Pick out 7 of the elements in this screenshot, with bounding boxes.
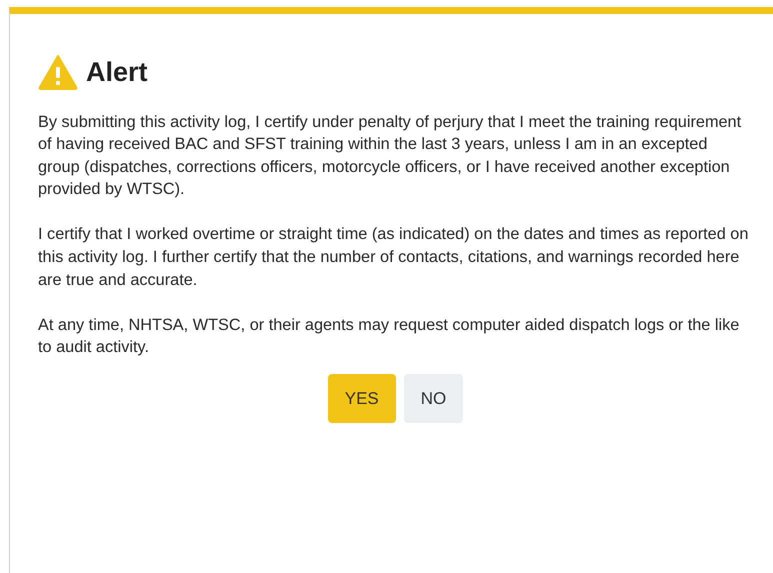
alert-paragraph: By submitting this activity log, I certify under penalty of perjury that I meet the training requirement of having received BAC and SFST training within the last 3 years, unless I am in an excepted group (dispatches, corrections officers, motorcycle officers, or I have received another exception provided by WTSC). — [38, 112, 742, 200]
alert-paragraph: I certify that I worked overtime or straight time (as indicated) on the dates and times as reported on this activity log. I further certify that the number of contacts, citations, and warnings recorded here are true and accurate. — [38, 224, 750, 291]
yes-button[interactable]: YES — [328, 374, 396, 424]
warning-icon — [38, 54, 78, 90]
alert-paragraph: At any time, NHTSA, WTSC, or their agents may request computer aided dispatch logs or the like to audit activity. — [38, 314, 740, 358]
dialog-title: Alert — [86, 56, 148, 89]
no-button[interactable]: NO — [404, 374, 464, 424]
